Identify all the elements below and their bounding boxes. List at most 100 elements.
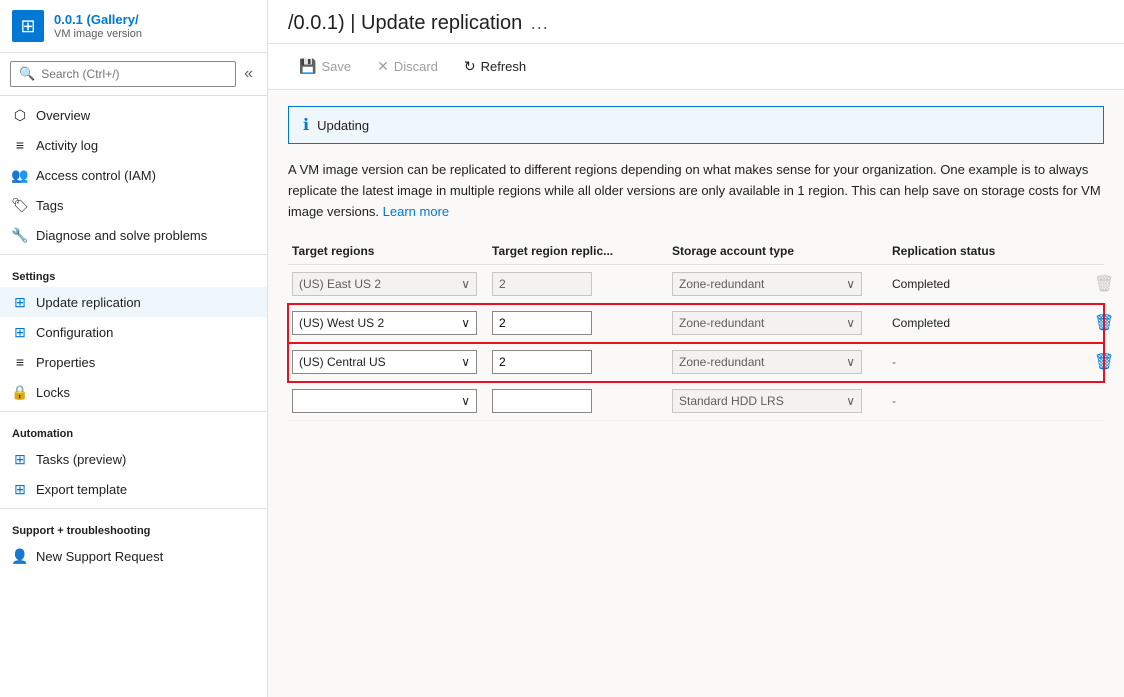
- more-options-icon[interactable]: ···: [530, 17, 548, 38]
- col-header-storage: Storage account type: [668, 244, 888, 258]
- storage-label: Zone-redundant: [679, 355, 764, 369]
- sidebar-item-configuration[interactable]: ⊞ Configuration: [0, 317, 267, 347]
- region-select-central-us[interactable]: (US) Central US ∨: [292, 350, 477, 374]
- collapse-button[interactable]: «: [240, 63, 257, 85]
- replica-input-west-us2[interactable]: [492, 311, 592, 335]
- save-icon: 💾: [299, 58, 316, 75]
- refresh-icon: ↻: [464, 58, 476, 75]
- discard-label: Discard: [394, 59, 438, 74]
- status-dash-new: -: [892, 394, 896, 408]
- storage-label-new: Standard HDD LRS: [679, 394, 784, 408]
- refresh-button[interactable]: ↻ Refresh: [453, 52, 537, 81]
- table-row-new: ∨ Standard HDD LRS ∨ -: [288, 382, 1104, 421]
- replica-input-new[interactable]: [492, 389, 592, 413]
- vm-logo-icon: ⊞: [12, 10, 44, 42]
- learn-more-link[interactable]: Learn more: [383, 204, 449, 219]
- sidebar-item-label: Diagnose and solve problems: [36, 228, 207, 243]
- sidebar-item-label: Overview: [36, 108, 90, 123]
- sidebar-header: ⊞ 0.0.1 (Gallery/ VM image version: [0, 0, 267, 53]
- sidebar-item-properties[interactable]: ≡ Properties: [0, 347, 267, 377]
- sidebar-item-new-support[interactable]: 👤 New Support Request: [0, 541, 267, 571]
- delete-button[interactable]: 🗑: [1092, 350, 1116, 374]
- storage-select-new[interactable]: Standard HDD LRS ∨: [672, 389, 862, 413]
- region-cell-new: ∨: [288, 386, 488, 416]
- sidebar: ⊞ 0.0.1 (Gallery/ VM image version 🔍 « ⬡…: [0, 0, 268, 697]
- sidebar-item-overview[interactable]: ⬡ Overview: [0, 100, 267, 130]
- region-cell: (US) West US 2 ∨: [288, 308, 488, 338]
- status-dash: -: [892, 355, 896, 369]
- tags-icon: 🏷: [12, 197, 28, 213]
- chevron-down-icon: ∨: [846, 316, 855, 330]
- sidebar-title: 0.0.1 (Gallery/: [54, 12, 255, 28]
- sidebar-item-activity-log[interactable]: ≡ Activity log: [0, 130, 267, 160]
- sidebar-item-label: Tags: [36, 198, 63, 213]
- main-content: /0.0.1) | Update replication ··· 💾 Save …: [268, 0, 1124, 697]
- sidebar-item-export-template[interactable]: ⊞ Export template: [0, 474, 267, 504]
- sidebar-item-access-control[interactable]: 👥 Access control (IAM): [0, 160, 267, 190]
- replica-cell: [488, 308, 668, 338]
- action-cell-new: [1088, 398, 1124, 404]
- status-text: Completed: [892, 316, 950, 330]
- save-label: Save: [321, 59, 351, 74]
- chevron-down-icon: ∨: [846, 355, 855, 369]
- storage-select-west-us2[interactable]: Zone-redundant ∨: [672, 311, 862, 335]
- new-support-icon: 👤: [12, 548, 28, 564]
- sidebar-item-label: Update replication: [36, 295, 141, 310]
- chevron-down-icon: ∨: [846, 277, 855, 291]
- delete-button[interactable]: 🗑: [1092, 311, 1116, 335]
- chevron-down-icon: ∨: [461, 394, 470, 408]
- replica-cell: [488, 269, 668, 299]
- col-header-status: Replication status: [888, 244, 1088, 258]
- region-select-new[interactable]: ∨: [292, 389, 477, 413]
- status-cell-new: -: [888, 391, 1088, 411]
- nav-items: ⬡ Overview ≡ Activity log 👥 Access contr…: [0, 96, 267, 697]
- region-select-east-us2: (US) East US 2 ∨: [292, 272, 477, 296]
- action-cell: 🗑: [1088, 347, 1124, 377]
- save-button[interactable]: 💾 Save: [288, 52, 362, 81]
- sidebar-item-update-replication[interactable]: ⊞ Update replication: [0, 287, 267, 317]
- chevron-down-icon: ∨: [461, 277, 470, 291]
- divider-3: [0, 508, 267, 509]
- table-row: (US) West US 2 ∨ Zone-redundant ∨ Comple…: [288, 304, 1104, 343]
- region-select-west-us2[interactable]: (US) West US 2 ∨: [292, 311, 477, 335]
- search-row: 🔍 «: [0, 53, 267, 96]
- refresh-label: Refresh: [481, 59, 527, 74]
- sidebar-item-label: Properties: [36, 355, 95, 370]
- sidebar-item-label: New Support Request: [36, 549, 163, 564]
- status-cell: Completed: [888, 313, 1088, 333]
- sidebar-subtitle: VM image version: [54, 28, 255, 40]
- table-container: Target regions Target region replic... S…: [288, 238, 1104, 421]
- divider-2: [0, 411, 267, 412]
- search-input[interactable]: [41, 67, 227, 81]
- sidebar-item-locks[interactable]: 🔒 Locks: [0, 377, 267, 407]
- storage-label: Zone-redundant: [679, 277, 764, 291]
- action-cell: 🗑: [1088, 269, 1124, 299]
- discard-button[interactable]: ✕ Discard: [366, 52, 449, 81]
- sidebar-item-label: Export template: [36, 482, 127, 497]
- banner-text: Updating: [317, 118, 369, 133]
- action-cell: 🗑: [1088, 308, 1124, 338]
- region-label: (US) Central US: [299, 355, 386, 369]
- locks-icon: 🔒: [12, 384, 28, 400]
- sidebar-item-label: Tasks (preview): [36, 452, 126, 467]
- sidebar-item-diagnose[interactable]: 🔧 Diagnose and solve problems: [0, 220, 267, 250]
- configuration-icon: ⊞: [12, 324, 28, 340]
- storage-cell: Zone-redundant ∨: [668, 347, 888, 377]
- tasks-icon: ⊞: [12, 451, 28, 467]
- activity-log-icon: ≡: [12, 137, 28, 153]
- toolbar: 💾 Save ✕ Discard ↻ Refresh: [268, 44, 1124, 90]
- page-header: /0.0.1) | Update replication ···: [268, 0, 1124, 44]
- col-header-target-regions: Target regions: [288, 244, 488, 258]
- storage-cell: Zone-redundant ∨: [668, 308, 888, 338]
- replica-input-central-us[interactable]: [492, 350, 592, 374]
- sidebar-title-block: 0.0.1 (Gallery/ VM image version: [54, 12, 255, 40]
- sidebar-item-label: Configuration: [36, 325, 113, 340]
- sidebar-item-tasks[interactable]: ⊞ Tasks (preview): [0, 444, 267, 474]
- overview-icon: ⬡: [12, 107, 28, 123]
- sidebar-item-tags[interactable]: 🏷 Tags: [0, 190, 267, 220]
- storage-select-central-us[interactable]: Zone-redundant ∨: [672, 350, 862, 374]
- search-box[interactable]: 🔍: [10, 61, 236, 87]
- page-title: /0.0.1) | Update replication: [288, 12, 522, 43]
- table-row: (US) Central US ∨ Zone-redundant ∨ -: [288, 343, 1104, 382]
- replica-cell-new: [488, 386, 668, 416]
